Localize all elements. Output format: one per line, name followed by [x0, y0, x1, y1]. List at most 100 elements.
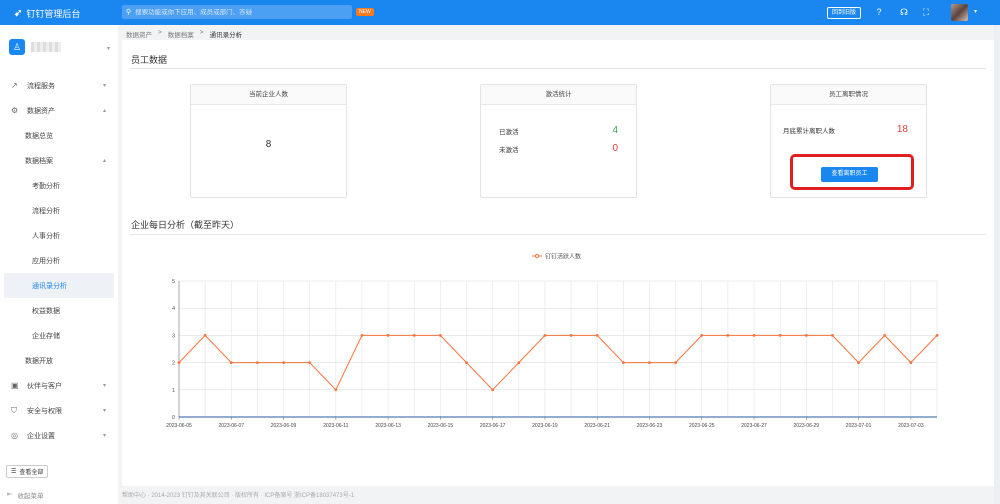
data-point	[229, 361, 233, 364]
sidebar-item[interactable]: 数据档案 ▴	[4, 148, 114, 173]
legend-marker	[534, 253, 540, 259]
sidebar-item[interactable]: 考勤分析	[4, 173, 114, 198]
data-point	[778, 334, 782, 337]
chevron-icon: ▾	[102, 433, 106, 439]
data-point	[465, 361, 468, 364]
sidebar-item[interactable]: 数据开放	[4, 348, 114, 373]
search-box[interactable]: ⚲	[122, 5, 352, 19]
data-point	[752, 334, 756, 337]
footer: 帮助中心 · 2014-2023 钉钉及其关联公司 · 版权所有 · ICP备案…	[122, 493, 355, 499]
divider	[130, 68, 986, 69]
chevron-icon: ▴	[102, 158, 106, 164]
sidebar: ♙ ▾ ↗ 流程服务 ▾ ⚙ 数据资产 ▴ 数据总览 数据档案 ▴ 考勤分析 流程分析 人事分析 应用分…	[0, 25, 118, 504]
sidebar-item[interactable]: ▣ 伙伴与客户 ▾	[4, 373, 114, 398]
y-tick-label: 4	[172, 306, 175, 312]
data-point	[569, 334, 573, 337]
resigned-value: 18	[896, 124, 908, 135]
data-point	[648, 361, 651, 364]
activated-label: 已激活	[499, 128, 519, 136]
view-all-label: 查看全部	[19, 470, 44, 476]
card-title: 激活统计	[481, 85, 636, 105]
data-point	[203, 334, 207, 337]
y-tick-label: 5	[172, 279, 175, 285]
data-point	[700, 334, 704, 337]
data-point	[883, 334, 887, 337]
top-bar: ➹ 钉钉管理后台 ⚲ NEW 回到旧版 ? ☊ ⛶ ▾	[0, 0, 1000, 25]
x-tick-label: 2023-06-07	[218, 423, 244, 429]
sidebar-item[interactable]: 通讯录分析	[4, 273, 114, 298]
sidebar-item[interactable]: 应用分析	[4, 248, 114, 273]
brand[interactable]: ➹ 钉钉管理后台	[14, 7, 80, 20]
daily-analysis-chart: 钉钉活跃人数 0 1 2 3 4 5 2023-06-05 2023-06-07 2023-06-…	[166, 253, 939, 429]
sidebar-item[interactable]: ⚙ 数据资产 ▴	[4, 98, 114, 123]
building-icon: ▣	[11, 381, 19, 390]
sidebar-item[interactable]: 企业存储	[4, 323, 114, 348]
settings-icon: ◎	[11, 431, 18, 440]
breadcrumb-item[interactable]: 数据资产	[126, 29, 152, 39]
view-all-button[interactable]: ☰ 查看全部	[6, 465, 48, 478]
sidebar-item[interactable]: 流程分析	[4, 198, 114, 223]
sidebar-item-label: 安全与权限	[27, 407, 62, 415]
data-point	[308, 361, 312, 364]
x-tick-label: 2023-06-15	[428, 423, 454, 429]
x-tick-label: 2023-06-17	[480, 423, 506, 429]
data-point	[386, 334, 390, 337]
chevron-down-icon[interactable]: ▾	[974, 8, 977, 15]
sidebar-item[interactable]: ⛉ 安全与权限 ▾	[4, 398, 114, 423]
data-point	[334, 388, 338, 392]
data-point	[412, 334, 416, 337]
activated-value: 4	[612, 125, 618, 136]
sidebar-item-label: 流程服务	[27, 82, 55, 90]
org-switcher[interactable]: ♙	[9, 39, 61, 55]
x-tick-label: 2023-06-13	[375, 423, 401, 429]
sidebar-item-label: 企业存储	[32, 332, 60, 340]
sidebar-item[interactable]: 人事分析	[4, 223, 114, 248]
main-content: 员工数据 当前企业人数 8 激活统计 已激活 4 未激活 0 员工离职情况 月底…	[122, 40, 994, 486]
resigned-label: 月底累计离职人数	[783, 127, 835, 135]
breadcrumb-separator: >	[199, 29, 204, 36]
collapse-icon: ⇤	[7, 491, 13, 498]
sidebar-item-label: 应用分析	[32, 257, 60, 265]
breadcrumb-item[interactable]: 数据档案	[168, 29, 194, 39]
chevron-icon: ▾	[102, 83, 106, 89]
collapse-menu-button[interactable]: ⇤ 收起菜单	[7, 490, 43, 500]
x-tick-label: 2023-06-25	[689, 423, 715, 429]
y-tick-label: 1	[172, 388, 175, 394]
x-tick-label: 2023-06-05	[166, 423, 192, 429]
sidebar-item-label: 数据开放	[25, 357, 53, 365]
sidebar-item-label: 流程分析	[32, 207, 60, 215]
data-point	[935, 334, 939, 337]
sidebar-item[interactable]: ◎ 企业设置 ▾	[4, 423, 114, 448]
data-point	[674, 361, 678, 364]
y-tick-label: 2	[172, 361, 175, 367]
sidebar-item-label: 数据档案	[25, 157, 53, 165]
dingtalk-logo-icon: ➹	[14, 8, 23, 19]
data-point	[177, 361, 181, 364]
headcount-value: 8	[265, 139, 272, 150]
search-input[interactable]	[135, 8, 336, 16]
search-icon: ⚲	[126, 9, 132, 16]
x-tick-label: 2023-06-23	[637, 423, 663, 429]
new-badge: NEW	[356, 8, 374, 16]
chevron-down-icon[interactable]: ▾	[107, 45, 110, 52]
sidebar-item-label: 数据资产	[27, 107, 55, 115]
divider	[130, 234, 986, 235]
sidebar-item[interactable]: 数据总览	[4, 123, 114, 148]
sidebar-item[interactable]: 权益数据	[4, 298, 114, 323]
back-to-old-version-button[interactable]: 回到旧版	[827, 7, 861, 19]
sidebar-item[interactable]: ↗ 流程服务 ▾	[4, 73, 114, 98]
x-tick-label: 2023-06-19	[532, 423, 558, 429]
gear-icon: ⚙	[11, 106, 19, 115]
x-tick-label: 2023-07-03	[898, 423, 924, 429]
sidebar-item-label: 伙伴与客户	[27, 382, 62, 390]
legend-label: 钉钉活跃人数	[545, 253, 581, 261]
data-point	[595, 334, 599, 337]
chevron-icon: ▴	[102, 108, 106, 114]
fullscreen-icon[interactable]: ⛶	[920, 6, 932, 18]
avatar[interactable]	[951, 4, 968, 21]
scrollbar[interactable]	[994, 25, 1000, 504]
inactive-label: 未激活	[499, 146, 519, 154]
help-icon[interactable]: ?	[873, 6, 885, 18]
headset-icon[interactable]: ☊	[898, 6, 910, 18]
collapse-label: 收起菜单	[17, 493, 44, 500]
